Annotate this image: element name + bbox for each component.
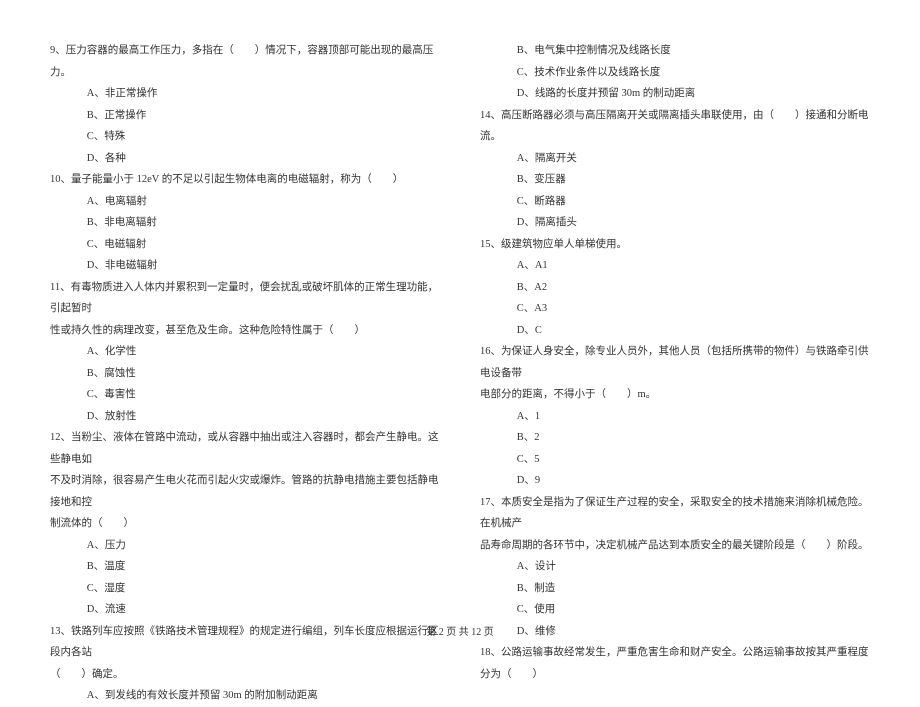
page-footer: 第 2 页 共 12 页 bbox=[0, 623, 920, 638]
q11-opt-d: D、放射性 bbox=[50, 406, 440, 428]
q17-opt-b: B、制造 bbox=[480, 578, 870, 600]
q13-opt-b: B、电气集中控制情况及线路长度 bbox=[480, 40, 870, 62]
q12-opt-d: D、流速 bbox=[50, 599, 440, 621]
q16-text-2: 电部分的距离，不得小于（ ）m。 bbox=[480, 384, 870, 406]
q14-opt-b: B、变压器 bbox=[480, 169, 870, 191]
q12-text-2: 不及时消除，很容易产生电火花而引起火灾或爆炸。管路的抗静电措施主要包括静电接地和… bbox=[50, 470, 440, 513]
q9-opt-c: C、特殊 bbox=[50, 126, 440, 148]
right-column: B、电气集中控制情况及线路长度 C、技术作业条件以及线路长度 D、线路的长度并预… bbox=[480, 40, 870, 610]
q13-text-2: （ ）确定。 bbox=[50, 664, 440, 686]
q11-opt-a: A、化学性 bbox=[50, 341, 440, 363]
q18-text: 18、公路运输事故经常发生，严重危害生命和财产安全。公路运输事故按其严重程度分为… bbox=[480, 642, 870, 685]
q14-opt-d: D、隔离插头 bbox=[480, 212, 870, 234]
q10-opt-a: A、电离辐射 bbox=[50, 191, 440, 213]
q14-text: 14、高压断路器必须与高压隔离开关或隔离插头串联使用，由（ ）接通和分断电流。 bbox=[480, 105, 870, 148]
q11-text-1: 11、有毒物质进入人体内并累积到一定量时，便会扰乱或破坏肌体的正常生理功能，引起… bbox=[50, 277, 440, 320]
q13-opt-d: D、线路的长度并预留 30m 的制动距离 bbox=[480, 83, 870, 105]
q16-opt-b: B、2 bbox=[480, 427, 870, 449]
q12-opt-a: A、压力 bbox=[50, 535, 440, 557]
q16-opt-d: D、9 bbox=[480, 470, 870, 492]
q15-opt-a: A、A1 bbox=[480, 255, 870, 277]
q12-text-1: 12、当粉尘、液体在管路中流动，或从容器中抽出或注入容器时，都会产生静电。这些静… bbox=[50, 427, 440, 470]
q12-text-3: 制流体的（ ） bbox=[50, 513, 440, 535]
q17-text-1: 17、本质安全是指为了保证生产过程的安全，采取安全的技术措施来消除机械危险。在机… bbox=[480, 492, 870, 535]
q9-opt-a: A、非正常操作 bbox=[50, 83, 440, 105]
q14-opt-c: C、断路器 bbox=[480, 191, 870, 213]
q9-opt-b: B、正常操作 bbox=[50, 105, 440, 127]
q9-opt-d: D、各种 bbox=[50, 148, 440, 170]
q9-text: 9、压力容器的最高工作压力，多指在（ ）情况下，容器顶部可能出现的最高压力。 bbox=[50, 40, 440, 83]
q12-opt-b: B、温度 bbox=[50, 556, 440, 578]
q16-opt-a: A、1 bbox=[480, 406, 870, 428]
q10-opt-b: B、非电离辐射 bbox=[50, 212, 440, 234]
left-column: 9、压力容器的最高工作压力，多指在（ ）情况下，容器顶部可能出现的最高压力。 A… bbox=[50, 40, 440, 610]
q17-opt-a: A、设计 bbox=[480, 556, 870, 578]
q17-text-2: 品寿命周期的各环节中，决定机械产品达到本质安全的最关键阶段是（ ）阶段。 bbox=[480, 535, 870, 557]
q10-opt-d: D、非电磁辐射 bbox=[50, 255, 440, 277]
q11-opt-b: B、腐蚀性 bbox=[50, 363, 440, 385]
q13-opt-a: A、到发线的有效长度并预留 30m 的附加制动距离 bbox=[50, 685, 440, 707]
q15-opt-d: D、C bbox=[480, 320, 870, 342]
q10-text: 10、量子能量小于 12eV 的不足以引起生物体电离的电磁辐射，称为（ ） bbox=[50, 169, 440, 191]
page-columns: 9、压力容器的最高工作压力，多指在（ ）情况下，容器顶部可能出现的最高压力。 A… bbox=[50, 40, 870, 610]
q16-text-1: 16、为保证人身安全，除专业人员外，其他人员（包括所携带的物件）与铁路牵引供电设… bbox=[480, 341, 870, 384]
q17-opt-c: C、使用 bbox=[480, 599, 870, 621]
q16-opt-c: C、5 bbox=[480, 449, 870, 471]
q15-opt-c: C、A3 bbox=[480, 298, 870, 320]
q15-text: 15、级建筑物应单人单梯使用。 bbox=[480, 234, 870, 256]
q11-opt-c: C、毒害性 bbox=[50, 384, 440, 406]
q14-opt-a: A、隔离开关 bbox=[480, 148, 870, 170]
q12-opt-c: C、湿度 bbox=[50, 578, 440, 600]
q11-text-2: 性或持久性的病理改变，甚至危及生命。这种危险特性属于（ ） bbox=[50, 320, 440, 342]
q15-opt-b: B、A2 bbox=[480, 277, 870, 299]
q10-opt-c: C、电磁辐射 bbox=[50, 234, 440, 256]
q13-opt-c: C、技术作业条件以及线路长度 bbox=[480, 62, 870, 84]
